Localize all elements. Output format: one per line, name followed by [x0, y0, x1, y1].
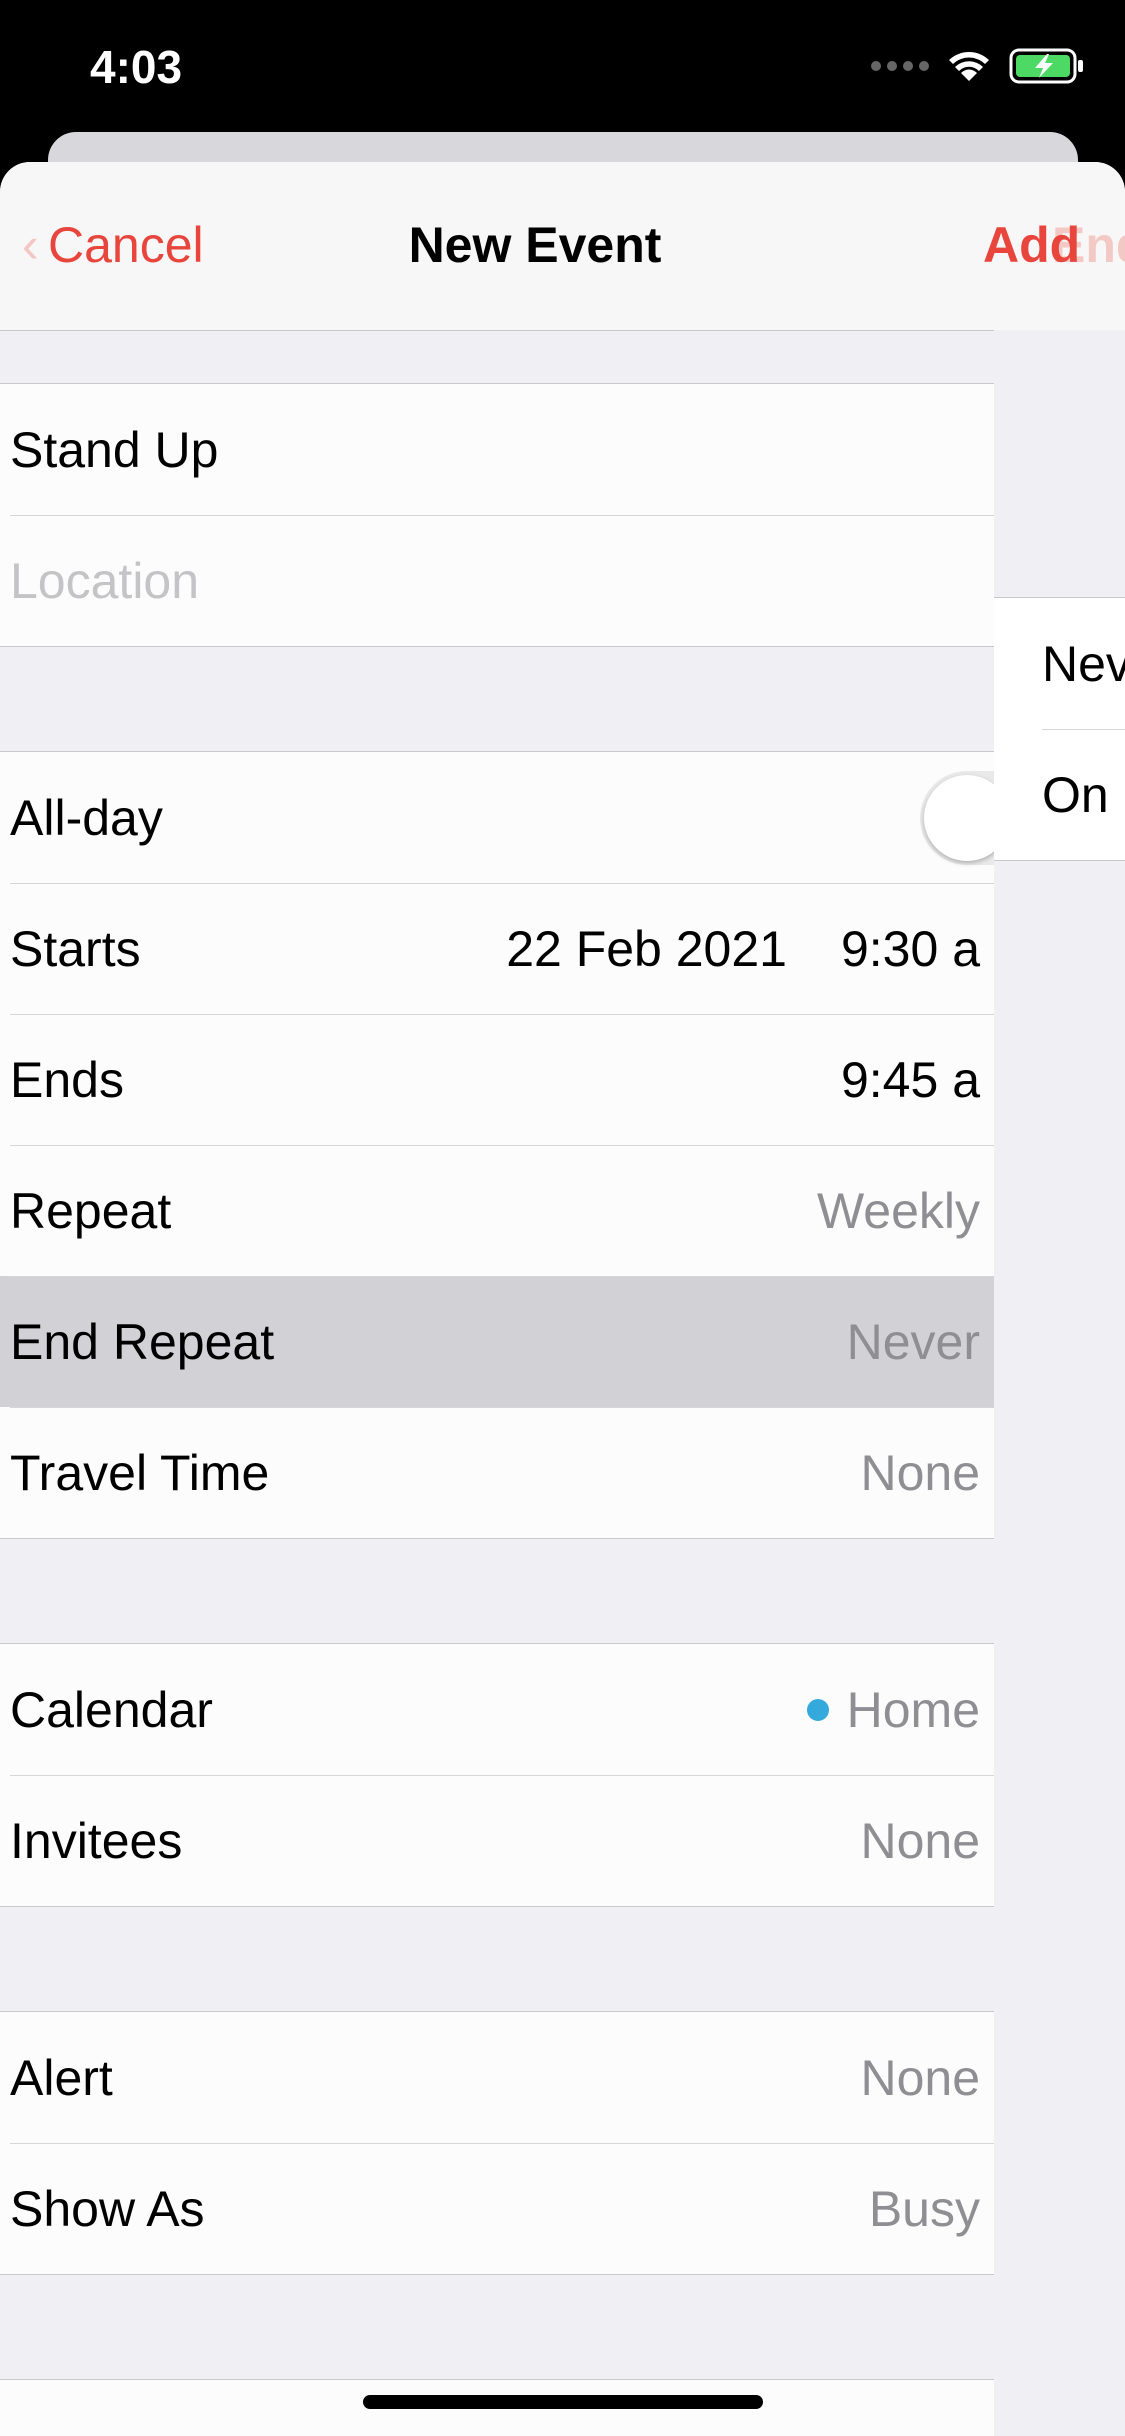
- cellular-signal-icon: [871, 61, 929, 71]
- end-repeat-value: Never: [846, 1313, 980, 1370]
- status-time: 4:03: [90, 41, 183, 93]
- calendar-color-dot: [806, 1698, 829, 1721]
- travel-time-value: None: [860, 1444, 980, 1501]
- repeat-value: Weekly: [816, 1182, 980, 1239]
- repeat-row[interactable]: Repeat Weekly: [0, 1145, 994, 1276]
- starts-label: Starts: [10, 920, 141, 977]
- navigation-bar: ‹ Cancel New Event End Add: [0, 162, 1125, 331]
- section-spacer: [0, 647, 994, 751]
- show-as-row[interactable]: Show As Busy: [0, 2143, 994, 2274]
- alert-label: Alert: [10, 2049, 113, 2106]
- travel-time-label: Travel Time: [10, 1444, 270, 1501]
- calendar-group: Calendar Home Invitees None: [0, 1643, 994, 1907]
- page-title: New Event: [408, 217, 662, 273]
- invitees-label: Invitees: [10, 1812, 183, 1869]
- end-repeat-label: End Repeat: [10, 1313, 275, 1370]
- all-day-row: All-day: [0, 752, 1040, 883]
- new-event-sheet: ‹ Cancel New Event End Add Stand Up Loca…: [0, 162, 1125, 2436]
- calendar-label: Calendar: [10, 1681, 213, 1738]
- location-field[interactable]: Location: [0, 515, 994, 646]
- status-bar: 4:03: [0, 0, 1125, 140]
- end-repeat-panel: Never On Date: [994, 330, 1125, 2436]
- end-repeat-row[interactable]: End Repeat Never: [0, 1276, 994, 1407]
- starts-date[interactable]: 22 Feb 2021: [506, 920, 787, 978]
- section-spacer: [0, 331, 994, 383]
- show-as-label: Show As: [10, 2180, 205, 2237]
- starts-time[interactable]: 9:30 a: [841, 920, 980, 978]
- title-value: Stand Up: [10, 421, 219, 478]
- end-repeat-option-on-date[interactable]: On Date: [994, 729, 1125, 860]
- alert-value: None: [860, 2049, 980, 2106]
- status-icons: [871, 48, 1085, 84]
- calendar-row[interactable]: Calendar Home: [0, 1644, 994, 1775]
- end-repeat-options: Never On Date: [994, 597, 1125, 861]
- invitees-value: None: [860, 1812, 980, 1869]
- title-location-group: Stand Up Location: [0, 383, 994, 647]
- ends-label: Ends: [10, 1051, 124, 1108]
- calendar-value: Home: [846, 1681, 980, 1738]
- repeat-label: Repeat: [10, 1182, 172, 1239]
- title-field[interactable]: Stand Up: [0, 384, 994, 515]
- alert-row[interactable]: Alert None: [0, 2012, 994, 2143]
- all-day-label: All-day: [10, 789, 163, 846]
- starts-row[interactable]: Starts 22 Feb 2021 9:30 a: [0, 883, 994, 1014]
- show-as-value: Busy: [868, 2180, 980, 2237]
- home-indicator: [363, 2395, 763, 2409]
- wifi-icon: [949, 52, 989, 81]
- battery-charging-icon: [1009, 48, 1083, 84]
- invitees-row[interactable]: Invitees None: [0, 1775, 994, 1906]
- ends-time[interactable]: 9:45 a: [841, 1051, 980, 1109]
- alert-group: Alert None Show As Busy: [0, 2011, 994, 2275]
- location-placeholder: Location: [10, 552, 200, 609]
- section-spacer: [0, 1539, 994, 1643]
- date-group: All-day Starts 22 Feb 2021 9:30 a Ends 9…: [0, 751, 1040, 1539]
- add-button[interactable]: Add: [983, 216, 1080, 274]
- event-form: Stand Up Location All-day Starts 22 Feb …: [0, 331, 1040, 2436]
- ends-row[interactable]: Ends 9:45 a: [0, 1014, 994, 1145]
- section-spacer: [0, 1907, 994, 2011]
- section-spacer: [0, 2275, 994, 2379]
- travel-time-row[interactable]: Travel Time None: [0, 1407, 994, 1538]
- end-repeat-option-never[interactable]: Never: [994, 598, 1125, 729]
